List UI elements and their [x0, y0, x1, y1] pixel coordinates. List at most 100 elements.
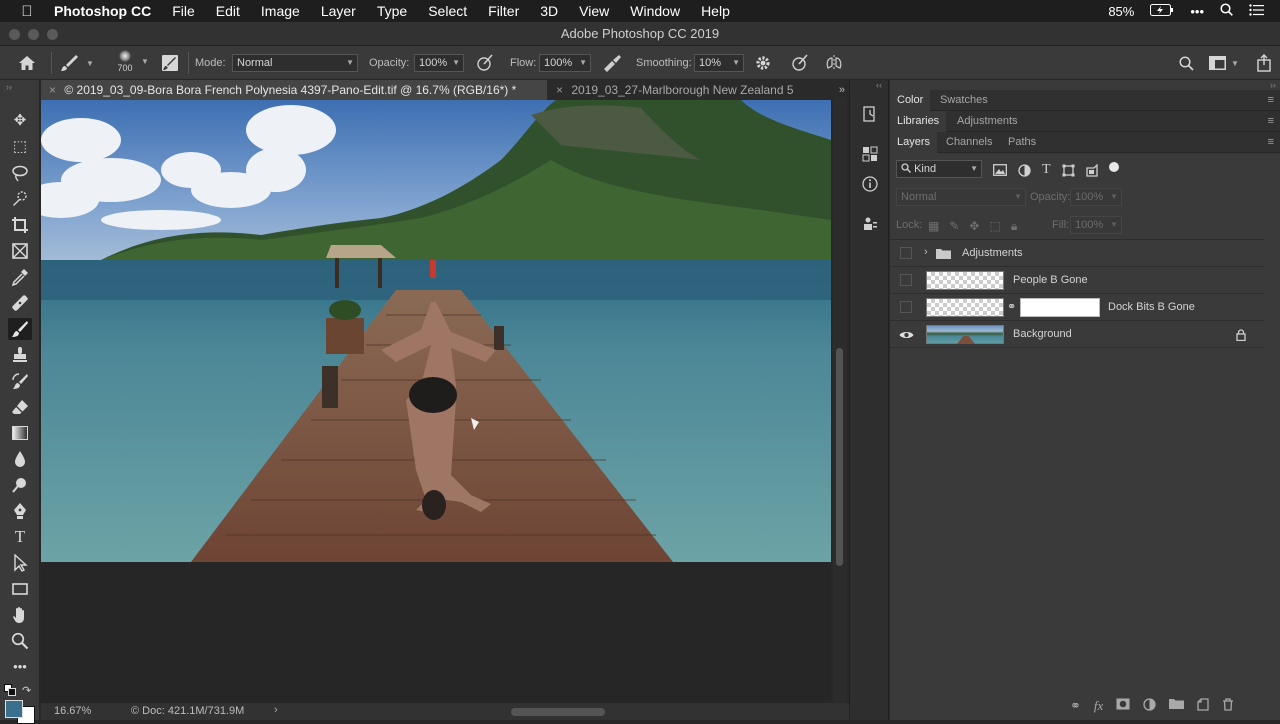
opacity-input[interactable]: 100% ▼: [414, 54, 464, 72]
minimize-window-button[interactable]: [28, 29, 39, 40]
eyedropper-tool-icon[interactable]: [8, 266, 32, 288]
tab-color[interactable]: Color: [890, 90, 931, 111]
collapse-panels-icon[interactable]: ››: [1270, 80, 1276, 90]
zoom-level[interactable]: 16.67%: [54, 705, 91, 717]
chevron-down-icon[interactable]: ▼: [732, 55, 740, 71]
marquee-tool-icon[interactable]: ⬚: [8, 136, 32, 158]
tab-paths[interactable]: Paths: [1001, 132, 1043, 153]
horizontal-scroll-thumb[interactable]: [511, 708, 605, 716]
menu-view[interactable]: View: [579, 3, 609, 19]
panel-menu-icon[interactable]: ≡: [1268, 136, 1274, 148]
pressure-opacity-icon[interactable]: [476, 46, 494, 80]
vertical-scroll-thumb[interactable]: [836, 348, 843, 566]
new-adjustment-layer-icon[interactable]: [1143, 698, 1156, 711]
lock-image-pixels-icon[interactable]: ✎: [949, 219, 959, 234]
lock-transparent-pixels-icon[interactable]: ▦: [928, 219, 939, 234]
layer-row-adjustments-group[interactable]: › Adjustments: [890, 240, 1264, 267]
layer-row-background[interactable]: Background: [890, 321, 1264, 348]
lasso-tool-icon[interactable]: [8, 162, 32, 184]
expand-group-chevron-icon[interactable]: ›: [924, 246, 928, 258]
tab-layers[interactable]: Layers: [890, 132, 938, 153]
menu-filter[interactable]: Filter: [488, 3, 519, 19]
edit-toolbar-icon[interactable]: •••: [8, 656, 32, 678]
close-tab-icon[interactable]: ×: [49, 83, 56, 97]
close-tab-icon[interactable]: ×: [556, 83, 563, 97]
menu-image[interactable]: Image: [261, 3, 300, 19]
mask-link-icon[interactable]: ⚭: [1007, 300, 1016, 313]
add-mask-icon[interactable]: [1116, 698, 1130, 710]
battery-icon[interactable]: [1150, 3, 1174, 19]
layer-mask-thumbnail[interactable]: [1020, 298, 1100, 317]
flow-input[interactable]: 100% ▼: [539, 54, 591, 72]
lock-position-icon[interactable]: ✥: [969, 219, 979, 234]
search-icon[interactable]: [1179, 46, 1194, 80]
glyphs-panel-icon[interactable]: [861, 216, 879, 234]
doc-info[interactable]: © Doc: 421.1M/731.9M: [131, 705, 244, 717]
notification-center-icon[interactable]: [1249, 3, 1264, 19]
canvas-vertical-scrollbar[interactable]: [833, 100, 847, 703]
chevron-down-icon[interactable]: ▼: [1110, 189, 1118, 205]
layer-filter-kind-select[interactable]: Kind ▼: [896, 160, 982, 178]
more-icon[interactable]: •••: [1190, 4, 1204, 19]
move-tool-icon[interactable]: ✥: [8, 110, 32, 132]
link-layers-icon[interactable]: ⚭: [1070, 698, 1081, 714]
layer-blend-mode-select[interactable]: Normal ▼: [896, 188, 1026, 206]
properties-panel-icon[interactable]: [861, 146, 879, 164]
tab-channels[interactable]: Channels: [939, 132, 999, 153]
history-panel-icon[interactable]: [861, 106, 879, 124]
dodge-tool-icon[interactable]: [8, 474, 32, 496]
rectangle-tool-icon[interactable]: [8, 578, 32, 600]
chevron-down-icon[interactable]: ▼: [1231, 59, 1239, 68]
collapse-panel-icon[interactable]: ››: [6, 82, 12, 92]
clone-stamp-tool-icon[interactable]: [8, 344, 32, 366]
layer-opacity-input[interactable]: 100% ▼: [1070, 188, 1122, 206]
crop-tool-icon[interactable]: [8, 214, 32, 236]
eraser-tool-icon[interactable]: [8, 396, 32, 418]
quick-selection-tool-icon[interactable]: [8, 188, 32, 210]
layer-row-dock-bits-b-gone[interactable]: ⚭ Dock Bits B Gone: [890, 294, 1264, 321]
fill-input[interactable]: 100% ▼: [1070, 216, 1122, 234]
layer-visibility-toggle[interactable]: [900, 247, 912, 259]
menu-layer[interactable]: Layer: [321, 3, 356, 19]
filter-adjustment-layers-icon[interactable]: [1018, 163, 1031, 177]
smoothing-input[interactable]: 10% ▼: [694, 54, 744, 72]
pen-tool-icon[interactable]: [8, 500, 32, 522]
collapse-dock-icon[interactable]: ‹‹: [876, 80, 882, 90]
chevron-down-icon[interactable]: ▼: [86, 59, 94, 68]
menu-3d[interactable]: 3D: [540, 3, 558, 19]
lock-icon[interactable]: [1236, 329, 1246, 341]
airbrush-icon[interactable]: [602, 46, 622, 80]
document-canvas[interactable]: [41, 100, 831, 703]
menu-type[interactable]: Type: [377, 3, 407, 19]
new-group-folder-icon[interactable]: [1169, 698, 1185, 709]
healing-brush-tool-icon[interactable]: [8, 292, 32, 314]
filter-shape-layers-icon[interactable]: [1062, 164, 1075, 177]
apple-icon[interactable]: : [0, 3, 54, 20]
trash-icon[interactable]: [1222, 698, 1234, 711]
brush-tool-preset-icon[interactable]: ▼: [60, 46, 94, 80]
brush-size-picker[interactable]: 700: [111, 48, 139, 73]
menu-edit[interactable]: Edit: [216, 3, 240, 19]
layer-style-fx-icon[interactable]: fx: [1094, 698, 1103, 714]
mode-select[interactable]: Normal ▼: [232, 54, 358, 72]
workspace-switcher-icon[interactable]: ▼: [1209, 46, 1239, 80]
home-icon[interactable]: [18, 46, 36, 80]
tab-document-marlborough[interactable]: × 2019_03_27-Marlborough New Zealand 5: [548, 80, 818, 100]
chevron-down-icon[interactable]: ▼: [1110, 217, 1118, 233]
chevron-down-icon[interactable]: ▼: [141, 57, 149, 66]
close-window-button[interactable]: [9, 29, 20, 40]
info-panel-icon[interactable]: [861, 176, 879, 194]
chevron-down-icon[interactable]: ▼: [579, 55, 587, 71]
type-tool-icon[interactable]: T: [8, 526, 32, 548]
swap-colors-icon[interactable]: ↷: [22, 684, 31, 697]
spotlight-search-icon[interactable]: [1220, 3, 1233, 19]
filter-type-layers-icon[interactable]: T: [1042, 162, 1051, 178]
hand-tool-icon[interactable]: [8, 604, 32, 626]
symmetry-icon[interactable]: [825, 46, 843, 80]
app-name-menu[interactable]: Photoshop CC: [54, 3, 151, 19]
panel-menu-icon[interactable]: ≡: [1268, 94, 1274, 106]
layer-visibility-toggle[interactable]: [900, 274, 912, 286]
lock-artboards-icon[interactable]: ⬚: [989, 219, 1000, 234]
blur-tool-icon[interactable]: [8, 448, 32, 470]
zoom-window-button[interactable]: [47, 29, 58, 40]
